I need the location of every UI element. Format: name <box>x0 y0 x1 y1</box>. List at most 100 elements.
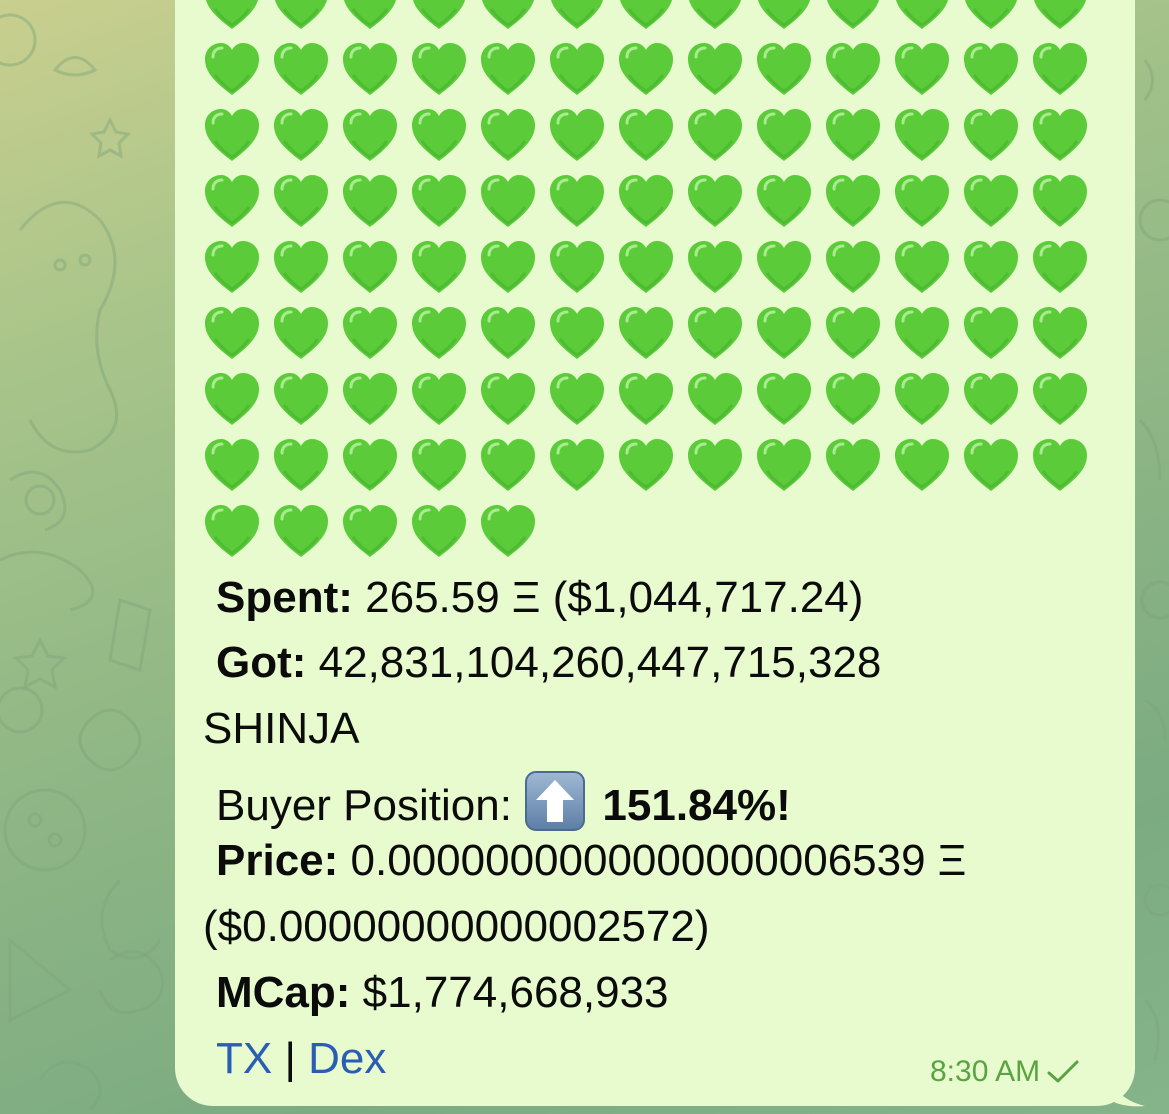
green-heart-icon <box>1034 0 1086 29</box>
green-heart-icon <box>964 439 1018 491</box>
hearts-row <box>203 239 1103 297</box>
links-separator: | <box>284 1034 296 1083</box>
hearts-row <box>203 305 1103 363</box>
green-heart-icon <box>1033 439 1087 491</box>
price-value: 0.0000000000000000006539 Ξ <box>350 836 967 885</box>
green-heart-icon <box>688 373 742 425</box>
green-heart-icon <box>619 373 673 425</box>
green-heart-icon <box>965 0 1017 29</box>
green-heart-icon <box>1033 175 1087 227</box>
green-heart-icon <box>550 373 604 425</box>
green-heart-icon <box>688 109 742 161</box>
green-heart-icon <box>412 307 466 359</box>
green-heart-icon <box>826 307 880 359</box>
green-heart-icon <box>550 109 604 161</box>
green-heart-icon <box>757 373 811 425</box>
green-heart-icon <box>688 307 742 359</box>
green-heart-icon <box>343 43 397 95</box>
message-time: 8:30 AM <box>930 1055 1041 1088</box>
green-heart-icon <box>481 241 535 293</box>
price-label: Price: <box>216 836 339 885</box>
green-heart-icon <box>757 175 811 227</box>
bubble-tail <box>1107 1068 1145 1107</box>
got-value: 42,831,104,260,447,715,328 <box>318 638 882 687</box>
green-heart-icon <box>688 43 742 95</box>
green-heart-icon <box>895 439 949 491</box>
green-heart-icon <box>619 43 673 95</box>
links-line: TX | Dex <box>216 1034 386 1084</box>
got-line: Got: 42,831,104,260,447,715,328 <box>216 638 881 688</box>
green-heart-icon <box>896 0 948 29</box>
green-heart-icon <box>757 307 811 359</box>
mcap-label: MCap: <box>216 968 351 1017</box>
green-heart-icon <box>343 505 397 557</box>
green-heart-icon <box>481 373 535 425</box>
green-heart-icon <box>1033 307 1087 359</box>
green-heart-icon <box>343 439 397 491</box>
green-heart-icon <box>550 439 604 491</box>
green-heart-icon <box>481 43 535 95</box>
up-arrow-icon <box>525 771 586 831</box>
green-heart-icon <box>412 373 466 425</box>
green-heart-icon <box>826 373 880 425</box>
green-heart-icon <box>757 439 811 491</box>
green-heart-icon <box>274 109 328 161</box>
green-heart-icon <box>482 0 534 29</box>
green-heart-icon <box>964 175 1018 227</box>
green-heart-icon <box>757 241 811 293</box>
mcap-value: $1,774,668,933 <box>362 968 669 1017</box>
green-heart-icon <box>274 241 328 293</box>
green-heart-icon <box>275 0 327 29</box>
green-heart-icon <box>757 43 811 95</box>
green-heart-icon <box>274 43 328 95</box>
green-heart-icon <box>343 307 397 359</box>
green-heart-icon <box>826 43 880 95</box>
hearts-row <box>203 107 1103 165</box>
green-heart-icon <box>895 175 949 227</box>
green-heart-icon <box>343 241 397 293</box>
green-heart-icon <box>688 439 742 491</box>
green-heart-icon <box>205 175 259 227</box>
green-heart-icon <box>344 0 396 29</box>
green-heart-icon <box>413 0 465 29</box>
mcap-line: MCap: $1,774,668,933 <box>216 968 669 1018</box>
green-heart-icon <box>343 109 397 161</box>
green-heart-icon <box>274 307 328 359</box>
buyer-position-label: Buyer Position: <box>216 781 512 830</box>
green-heart-icon <box>481 175 535 227</box>
green-heart-icon <box>964 307 1018 359</box>
hearts-row <box>203 503 1103 561</box>
green-heart-icon <box>412 241 466 293</box>
buyer-position-line: Buyer Position: 151.84%! <box>216 770 791 832</box>
green-heart-icon <box>550 175 604 227</box>
green-heart-icon <box>826 439 880 491</box>
dex-link[interactable]: Dex <box>308 1034 386 1083</box>
green-heart-icon <box>412 43 466 95</box>
green-heart-icon <box>412 109 466 161</box>
green-heart-icon <box>274 505 328 557</box>
green-heart-icon <box>827 0 879 29</box>
tx-link[interactable]: TX <box>216 1034 272 1083</box>
green-heart-icon <box>412 175 466 227</box>
green-heart-icon <box>412 505 466 557</box>
spent-line: Spent: 265.59 Ξ ($1,044,717.24) <box>216 573 863 623</box>
green-heart-icon <box>826 109 880 161</box>
green-heart-icon <box>343 373 397 425</box>
price-line: Price: 0.0000000000000000006539 Ξ <box>216 836 966 886</box>
green-heart-icon <box>757 109 811 161</box>
green-heart-icon <box>1033 43 1087 95</box>
green-heart-icon <box>550 241 604 293</box>
hearts-row <box>203 0 1103 33</box>
green-heart-icon <box>205 241 259 293</box>
green-heart-icon <box>619 439 673 491</box>
got-label: Got: <box>216 638 307 687</box>
hearts-row <box>203 173 1103 231</box>
green-heart-icon <box>826 175 880 227</box>
green-heart-icon <box>481 307 535 359</box>
buyer-position-value: 151.84%! <box>602 781 791 830</box>
green-heart-icon <box>274 439 328 491</box>
green-heart-icon <box>550 307 604 359</box>
green-heart-icon <box>412 439 466 491</box>
green-heart-icon <box>895 307 949 359</box>
green-heart-icon <box>895 241 949 293</box>
